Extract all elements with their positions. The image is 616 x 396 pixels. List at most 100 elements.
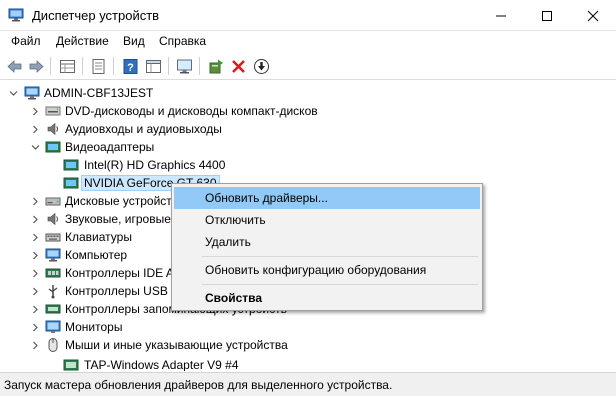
tree-item[interactable]: Мониторы bbox=[0, 318, 616, 336]
document-button[interactable] bbox=[88, 56, 108, 76]
context-item-disable[interactable]: Отключить bbox=[174, 209, 480, 231]
tree-item-label: Контроллеры USB bbox=[65, 284, 168, 298]
properties-grid-button[interactable] bbox=[57, 56, 77, 76]
document-icon bbox=[92, 58, 104, 74]
device-manager-icon bbox=[8, 8, 24, 22]
collapsed-chevron-icon[interactable] bbox=[29, 213, 41, 225]
enable-device-button[interactable] bbox=[251, 56, 271, 76]
controller-icon bbox=[45, 268, 61, 278]
tree-item-label: Дисковые устройства bbox=[65, 194, 185, 208]
maximize-icon bbox=[542, 10, 552, 21]
context-item-uninstall[interactable]: Удалить bbox=[174, 231, 480, 253]
back-arrow-icon bbox=[6, 59, 21, 73]
context-item-update-driver[interactable]: Обновить драйверы... bbox=[174, 187, 480, 209]
dvd-drive-icon bbox=[45, 106, 61, 116]
menu-action[interactable]: Действие bbox=[54, 34, 111, 48]
tree-item-label: TAP-Windows Adapter V9 #4 bbox=[84, 358, 239, 371]
tree-item[interactable]: Мыши и иные указывающие устройства bbox=[0, 336, 616, 354]
tree-root[interactable]: ADMIN-CBF13JEST bbox=[0, 84, 616, 102]
storage-controller-icon bbox=[45, 304, 61, 314]
tree-item[interactable]: Видеоадаптеры bbox=[0, 138, 616, 156]
update-driver-icon bbox=[209, 59, 223, 73]
help-button[interactable]: ? bbox=[120, 56, 140, 76]
speaker-icon bbox=[47, 212, 58, 226]
minimize-button[interactable] bbox=[478, 0, 524, 31]
tree-item[interactable]: TAP-Windows Adapter V9 #4 bbox=[0, 356, 616, 371]
window-title: Диспетчер устройств bbox=[32, 8, 160, 23]
collapsed-chevron-icon[interactable] bbox=[29, 321, 41, 333]
collapsed-chevron-icon[interactable] bbox=[29, 267, 41, 279]
expand-chevron-icon[interactable] bbox=[7, 87, 19, 99]
tree-item-label: DVD-дисководы и дисководы компакт-дисков bbox=[65, 104, 318, 118]
context-item-properties[interactable]: Свойства bbox=[174, 287, 480, 309]
collapsed-chevron-icon[interactable] bbox=[29, 285, 41, 297]
remove-x-icon bbox=[231, 59, 245, 73]
context-item-label: Свойства bbox=[205, 291, 263, 305]
expand-chevron-icon[interactable] bbox=[29, 141, 41, 153]
context-item-label: Обновить конфигурацию оборудования bbox=[205, 263, 427, 277]
tree-item-label: Мыши и иные указывающие устройства bbox=[65, 338, 288, 352]
computer-icon bbox=[45, 248, 61, 262]
context-menu: Обновить драйверы... Отключить Удалить О… bbox=[171, 183, 483, 311]
maximize-button[interactable] bbox=[524, 0, 570, 31]
forward-arrow-icon bbox=[29, 59, 44, 73]
title-bar: Диспетчер устройств bbox=[0, 0, 616, 31]
tree-root-label: ADMIN-CBF13JEST bbox=[44, 86, 154, 100]
menu-bar: Файл Действие Вид Справка bbox=[0, 31, 616, 52]
context-item-scan-hardware[interactable]: Обновить конфигурацию оборудования bbox=[174, 259, 480, 281]
menu-file[interactable]: Файл bbox=[9, 34, 43, 48]
collapsed-chevron-icon[interactable] bbox=[29, 123, 41, 135]
forward-button[interactable] bbox=[26, 56, 46, 76]
tree-item-label: Компьютер bbox=[65, 248, 128, 262]
toolbar: ? bbox=[0, 52, 616, 80]
usb-icon bbox=[48, 285, 58, 299]
context-item-label: Отключить bbox=[205, 213, 266, 227]
tree-item-label: Клавиатуры bbox=[65, 230, 132, 244]
display-adapter-icon bbox=[63, 177, 79, 189]
tree-item[interactable]: Intel(R) HD Graphics 4400 bbox=[0, 156, 616, 174]
status-bar: Запуск мастера обновления драйверов для … bbox=[0, 372, 616, 396]
tree-item[interactable]: Аудиовходы и аудиовыходы bbox=[0, 120, 616, 138]
status-text: Запуск мастера обновления драйверов для … bbox=[4, 378, 393, 392]
collapsed-chevron-icon[interactable] bbox=[29, 231, 41, 243]
collapsed-chevron-icon[interactable] bbox=[29, 303, 41, 315]
help-icon: ? bbox=[123, 58, 137, 74]
scan-hardware-button[interactable] bbox=[174, 56, 194, 76]
mouse-icon bbox=[48, 338, 58, 352]
collapsed-chevron-icon[interactable] bbox=[29, 249, 41, 261]
tree-item[interactable]: DVD-дисководы и дисководы компакт-дисков bbox=[0, 102, 616, 120]
monitor-icon bbox=[45, 320, 61, 333]
back-button[interactable] bbox=[4, 56, 24, 76]
menu-divider bbox=[202, 256, 478, 257]
window-grid-button[interactable] bbox=[143, 56, 163, 76]
speaker-icon bbox=[47, 122, 58, 136]
computer-icon bbox=[24, 86, 40, 100]
close-button[interactable] bbox=[570, 0, 616, 31]
properties-grid-icon bbox=[59, 59, 75, 73]
window-grid-icon bbox=[145, 59, 161, 73]
collapsed-chevron-icon[interactable] bbox=[29, 195, 41, 207]
display-adapter-icon bbox=[45, 141, 61, 153]
context-item-label: Удалить bbox=[205, 235, 251, 249]
network-adapter-icon bbox=[63, 359, 79, 371]
menu-divider bbox=[202, 284, 478, 285]
remove-device-button[interactable] bbox=[228, 56, 248, 76]
tree-item-label: Intel(R) HD Graphics 4400 bbox=[84, 158, 226, 172]
tree-item-label: Мониторы bbox=[65, 320, 123, 334]
menu-view[interactable]: Вид bbox=[121, 34, 147, 48]
monitor-icon bbox=[176, 59, 192, 73]
minimize-icon bbox=[496, 15, 506, 16]
context-item-label: Обновить драйверы... bbox=[205, 191, 328, 205]
menu-help[interactable]: Справка bbox=[157, 34, 208, 48]
download-arrow-icon bbox=[253, 58, 269, 74]
svg-text:?: ? bbox=[127, 62, 134, 74]
collapsed-chevron-icon[interactable] bbox=[29, 105, 41, 117]
collapsed-chevron-icon[interactable] bbox=[29, 339, 41, 351]
keyboard-icon bbox=[45, 233, 61, 242]
tree-item-label: Видеоадаптеры bbox=[65, 140, 155, 154]
disk-drive-icon bbox=[45, 197, 61, 206]
close-icon bbox=[587, 10, 599, 21]
update-driver-button[interactable] bbox=[206, 56, 226, 76]
tree-item-label: Аудиовходы и аудиовыходы bbox=[65, 122, 222, 136]
display-adapter-icon bbox=[63, 159, 79, 171]
